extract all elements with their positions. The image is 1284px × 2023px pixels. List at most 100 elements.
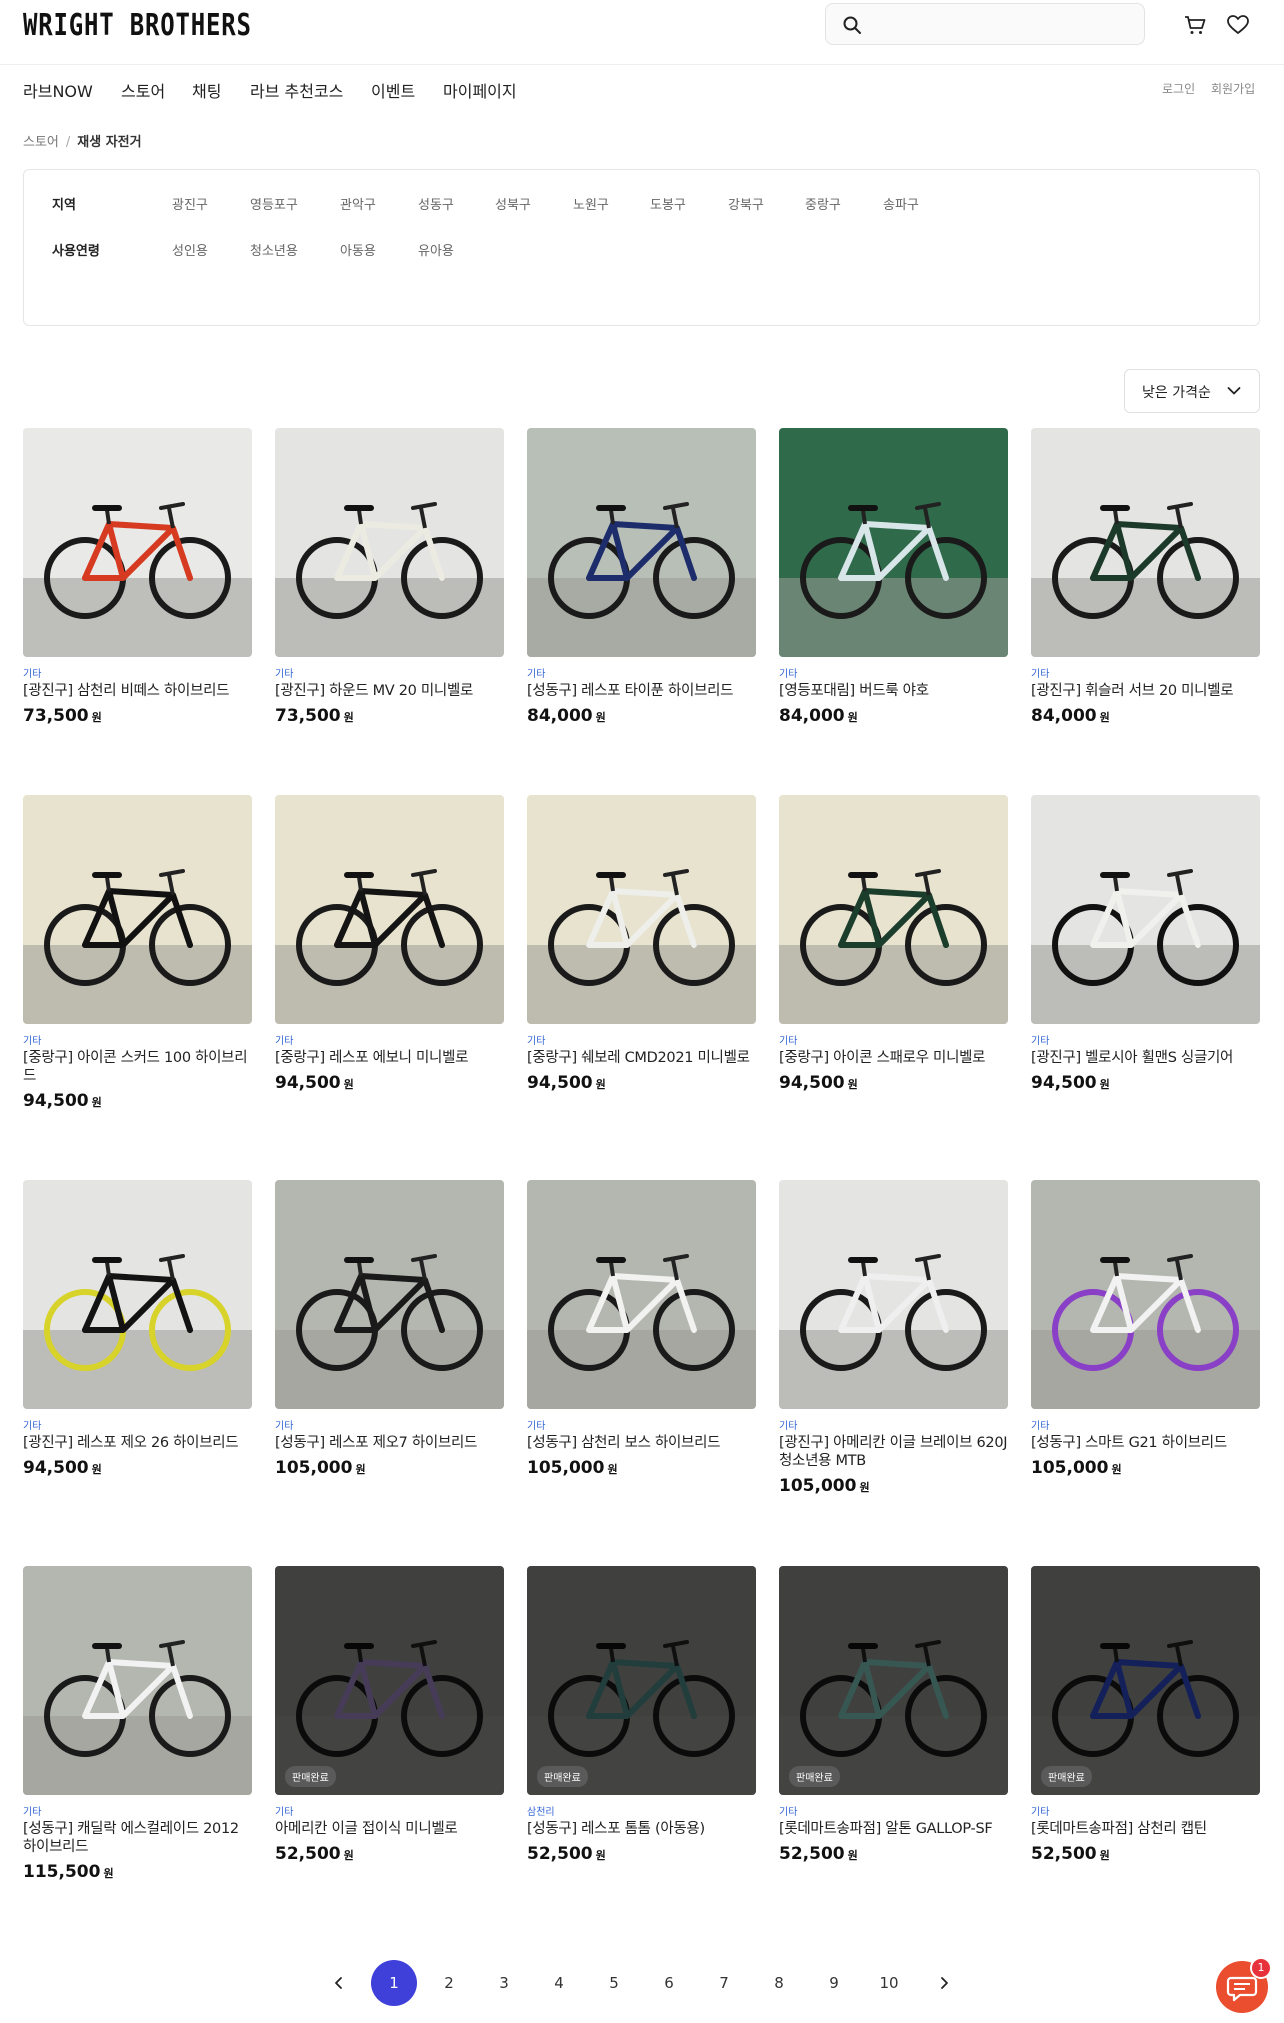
page-button[interactable]: 1 <box>371 1960 417 2006</box>
product-card[interactable]: 기타 [영등포대림] 버드룩 야호 84,000 원 <box>779 428 1008 726</box>
region-option[interactable]: 성동구 <box>418 194 454 213</box>
product-image[interactable] <box>527 795 756 1024</box>
product-card[interactable]: 기타 [성동구] 캐딜락 에스컬레이드 2012 하이브리드 115,500 원 <box>23 1566 252 1882</box>
product-card[interactable]: 기타 [중랑구] 쉐보레 CMD2021 미니벨로 94,500 원 <box>527 795 756 1093</box>
product-card[interactable]: 기타 [성동구] 삼천리 보스 하이브리드 105,000 원 <box>527 1180 756 1478</box>
product-card[interactable]: 기타 [중랑구] 아이콘 스커드 100 하이브리드 94,500 원 <box>23 795 252 1111</box>
region-option[interactable]: 도봉구 <box>650 194 686 213</box>
product-title[interactable]: [성동구] 레스포 제오7 하이브리드 <box>275 1434 504 1452</box>
age-option[interactable]: 청소년용 <box>250 240 298 259</box>
page-button[interactable]: 4 <box>536 1960 582 2006</box>
age-option[interactable]: 유아용 <box>418 240 454 259</box>
product-title[interactable]: [광진구] 휘슬러 서브 20 미니벨로 <box>1031 682 1260 700</box>
nav-item-mypage[interactable]: 마이페이지 <box>443 78 517 102</box>
product-image[interactable] <box>275 428 504 657</box>
region-option[interactable]: 송파구 <box>883 194 919 213</box>
nav-item-chat[interactable]: 채팅 <box>192 78 221 102</box>
product-image[interactable]: 판매완료 <box>527 1566 756 1795</box>
prev-page-button[interactable] <box>316 1960 362 2006</box>
page-button[interactable]: 8 <box>756 1960 802 2006</box>
product-title[interactable]: [성동구] 레스포 톰톰 (아동용) <box>527 1820 756 1838</box>
product-title[interactable]: [광진구] 삼천리 비떼스 하이브리드 <box>23 682 252 700</box>
product-title[interactable]: 아메리칸 이글 접이식 미니벨로 <box>275 1820 504 1838</box>
page-button[interactable]: 2 <box>426 1960 472 2006</box>
product-title[interactable]: [중랑구] 레스포 에보니 미니벨로 <box>275 1049 504 1067</box>
product-title[interactable]: [영등포대림] 버드룩 야호 <box>779 682 1008 700</box>
heart-icon[interactable] <box>1225 12 1251 38</box>
product-card[interactable]: 판매완료 기타 [롯데마트송파점] 삼천리 캡틴 52,500 원 <box>1031 1566 1260 1864</box>
product-title[interactable]: [성동구] 스마트 G21 하이브리드 <box>1031 1434 1260 1452</box>
product-image[interactable] <box>1031 428 1260 657</box>
nav-item-events[interactable]: 이벤트 <box>371 78 415 102</box>
region-option[interactable]: 강북구 <box>728 194 764 213</box>
product-image[interactable] <box>779 795 1008 1024</box>
search-icon[interactable] <box>842 15 862 35</box>
product-title[interactable]: [중랑구] 아이콘 스커드 100 하이브리드 <box>23 1049 252 1085</box>
product-image[interactable] <box>23 795 252 1024</box>
product-title[interactable]: [광진구] 하운드 MV 20 미니벨로 <box>275 682 504 700</box>
nav-item-rabnow[interactable]: 라브NOW <box>23 78 93 102</box>
product-card[interactable]: 기타 [광진구] 레스포 제오 26 하이브리드 94,500 원 <box>23 1180 252 1478</box>
product-image[interactable] <box>527 1180 756 1409</box>
region-option[interactable]: 관악구 <box>340 194 376 213</box>
product-card[interactable]: 기타 [광진구] 삼천리 비떼스 하이브리드 73,500 원 <box>23 428 252 726</box>
product-card[interactable]: 기타 [성동구] 스마트 G21 하이브리드 105,000 원 <box>1031 1180 1260 1478</box>
product-card[interactable]: 판매완료 기타 [롯데마트송파점] 알톤 GALLOP-SF 52,500 원 <box>779 1566 1008 1864</box>
product-card[interactable]: 기타 [광진구] 아메리칸 이글 브레이브 620J 청소년용 MTB 105,00… <box>779 1180 1008 1496</box>
search-box[interactable] <box>825 3 1145 45</box>
login-link[interactable]: 로그인 <box>1162 80 1195 97</box>
product-image[interactable]: 판매완료 <box>1031 1566 1260 1795</box>
product-card[interactable]: 기타 [중랑구] 레스포 에보니 미니벨로 94,500 원 <box>275 795 504 1093</box>
logo[interactable]: WRIGHT BROTHERS <box>23 8 252 43</box>
page-button[interactable]: 5 <box>591 1960 637 2006</box>
product-image[interactable]: 판매완료 <box>779 1566 1008 1795</box>
product-title[interactable]: [성동구] 레스포 타이푼 하이브리드 <box>527 682 756 700</box>
product-title[interactable]: [롯데마트송파점] 삼천리 캡틴 <box>1031 1820 1260 1838</box>
product-card[interactable]: 판매완료 삼천리 [성동구] 레스포 톰톰 (아동용) 52,500 원 <box>527 1566 756 1864</box>
sort-dropdown[interactable]: 낮은 가격순 <box>1124 369 1260 413</box>
product-image[interactable]: 판매완료 <box>275 1566 504 1795</box>
region-option[interactable]: 중랑구 <box>805 194 841 213</box>
product-image[interactable] <box>1031 795 1260 1024</box>
product-title[interactable]: [중랑구] 쉐보레 CMD2021 미니벨로 <box>527 1049 756 1067</box>
region-option[interactable]: 성북구 <box>495 194 531 213</box>
product-card[interactable]: 기타 [중랑구] 아이콘 스패로우 미니벨로 94,500 원 <box>779 795 1008 1093</box>
product-card[interactable]: 기타 [성동구] 레스포 제오7 하이브리드 105,000 원 <box>275 1180 504 1478</box>
page-button[interactable]: 9 <box>811 1960 857 2006</box>
product-card[interactable]: 기타 [광진구] 하운드 MV 20 미니벨로 73,500 원 <box>275 428 504 726</box>
product-image[interactable] <box>779 428 1008 657</box>
page-button[interactable]: 10 <box>866 1960 912 2006</box>
product-title[interactable]: [롯데마트송파점] 알톤 GALLOP-SF <box>779 1820 1008 1838</box>
nav-item-courses[interactable]: 라브 추천코스 <box>250 78 343 102</box>
product-card[interactable]: 기타 [광진구] 휘슬러 서브 20 미니벨로 84,000 원 <box>1031 428 1260 726</box>
product-title[interactable]: [광진구] 아메리칸 이글 브레이브 620J 청소년용 MTB <box>779 1434 1008 1470</box>
region-option[interactable]: 광진구 <box>172 194 208 213</box>
product-title[interactable]: [광진구] 벨로시아 휠맨S 싱글기어 <box>1031 1049 1260 1067</box>
age-option[interactable]: 아동용 <box>340 240 376 259</box>
page-button[interactable]: 3 <box>481 1960 527 2006</box>
nav-item-store[interactable]: 스토어 <box>121 78 165 102</box>
cart-icon[interactable] <box>1182 12 1208 38</box>
product-title[interactable]: [광진구] 레스포 제오 26 하이브리드 <box>23 1434 252 1452</box>
product-card[interactable]: 기타 [광진구] 벨로시아 휠맨S 싱글기어 94,500 원 <box>1031 795 1260 1093</box>
product-image[interactable] <box>275 795 504 1024</box>
product-image[interactable] <box>1031 1180 1260 1409</box>
breadcrumb-root[interactable]: 스토어 <box>23 135 59 150</box>
product-image[interactable] <box>275 1180 504 1409</box>
chat-button[interactable]: 1 <box>1216 1957 1272 2013</box>
product-image[interactable] <box>527 428 756 657</box>
page-button[interactable]: 6 <box>646 1960 692 2006</box>
search-input[interactable] <box>872 10 1136 40</box>
product-title[interactable]: [성동구] 삼천리 보스 하이브리드 <box>527 1434 756 1452</box>
product-card[interactable]: 기타 [성동구] 레스포 타이푼 하이브리드 84,000 원 <box>527 428 756 726</box>
signup-link[interactable]: 회원가입 <box>1211 80 1255 97</box>
product-title[interactable]: [중랑구] 아이콘 스패로우 미니벨로 <box>779 1049 1008 1067</box>
product-image[interactable] <box>23 428 252 657</box>
product-card[interactable]: 판매완료 기타 아메리칸 이글 접이식 미니벨로 52,500 원 <box>275 1566 504 1864</box>
region-option[interactable]: 영등포구 <box>250 194 298 213</box>
page-button[interactable]: 7 <box>701 1960 747 2006</box>
region-option[interactable]: 노원구 <box>573 194 609 213</box>
next-page-button[interactable] <box>921 1960 967 2006</box>
product-image[interactable] <box>23 1566 252 1795</box>
product-image[interactable] <box>23 1180 252 1409</box>
